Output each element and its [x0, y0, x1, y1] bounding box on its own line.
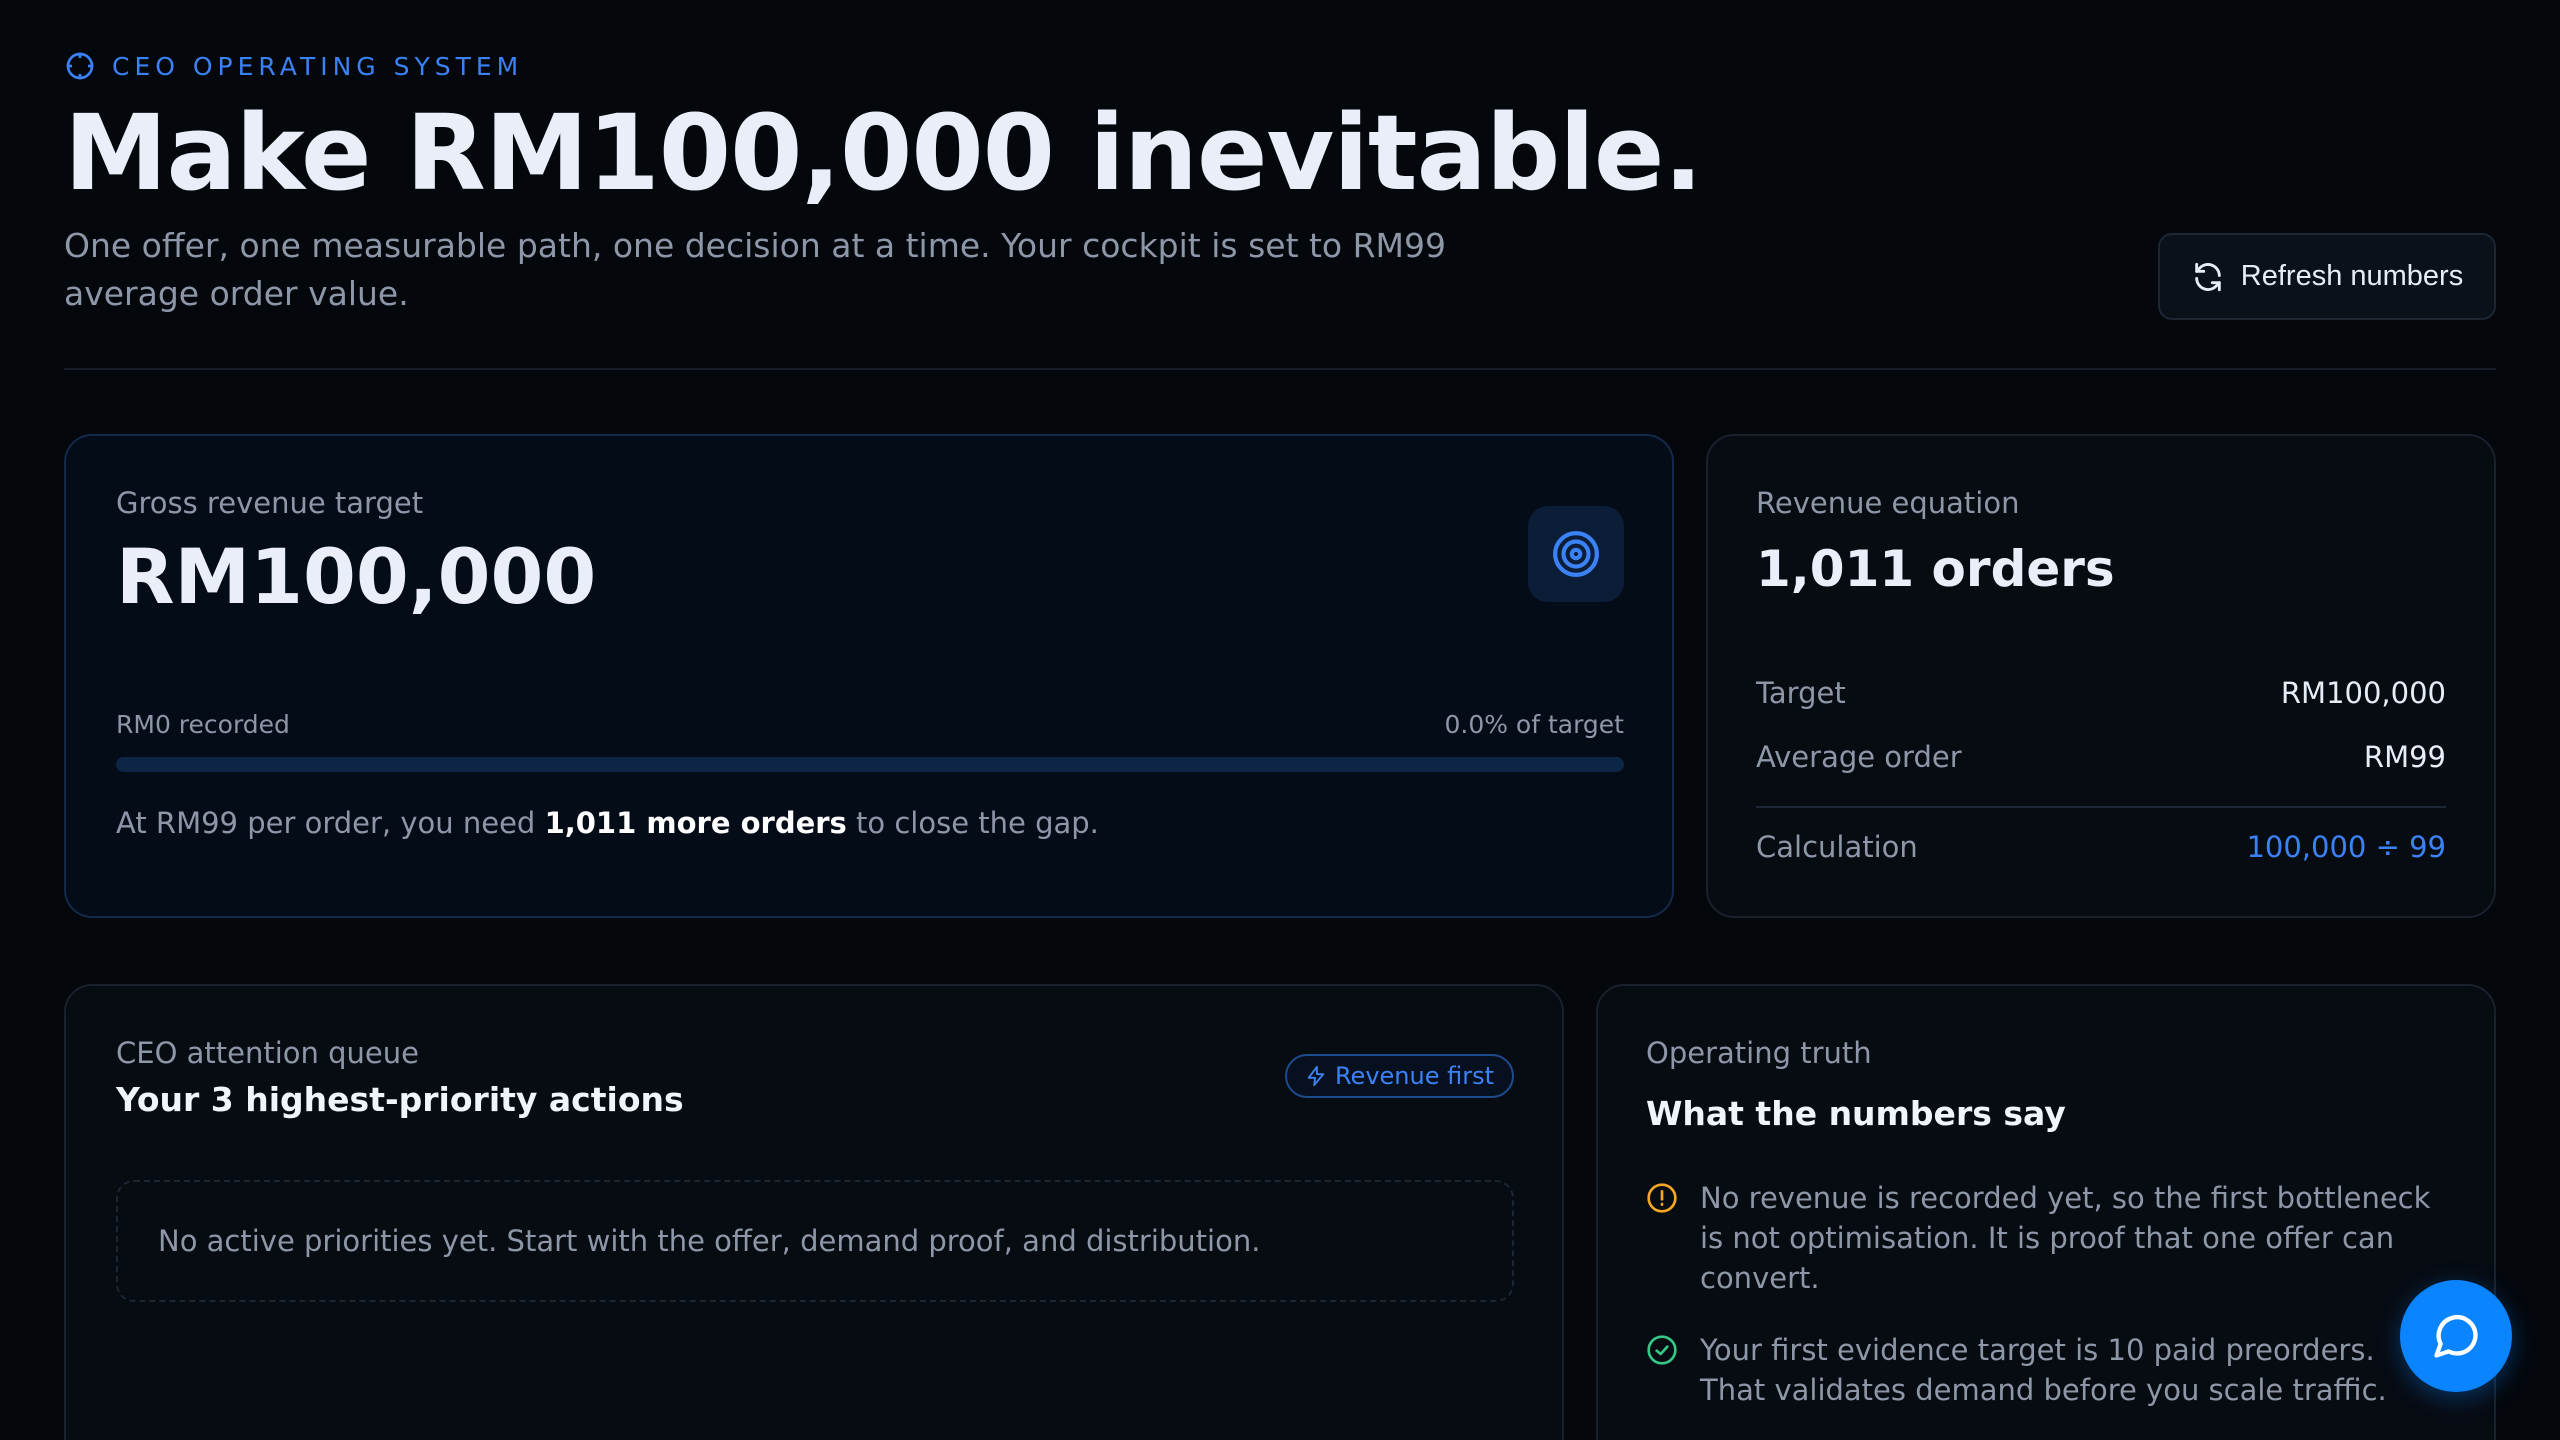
insight-text: No revenue is recorded yet, so the first…: [1700, 1181, 2431, 1295]
equation-row-calculation: Calculation 100,000 ÷ 99: [1756, 830, 2446, 864]
gap-note: At RM99 per order, you need 1,011 more o…: [116, 806, 1099, 840]
chat-bubble-icon: [2434, 1315, 2478, 1358]
equation-value: 1,011 orders: [1756, 540, 2115, 598]
orders-needed: 1,011 more orders: [544, 806, 847, 840]
eyebrow-text: CEO OPERATING SYSTEM: [112, 51, 524, 81]
equation-label: Revenue equation: [1756, 486, 2020, 520]
refresh-icon: [2195, 262, 2221, 291]
target-value: RM100,000: [116, 532, 597, 621]
lightning-icon: [1307, 1065, 1325, 1087]
truth-title: What the numbers say: [1646, 1094, 2066, 1133]
queue-label: CEO attention queue: [116, 1036, 419, 1070]
refresh-label: Refresh numbers: [2240, 260, 2464, 292]
chat-button[interactable]: [2400, 1280, 2512, 1392]
target-icon: [1553, 531, 1599, 577]
crosshair-icon: [66, 52, 94, 80]
percent-of-target: 0.0% of target: [1444, 710, 1624, 739]
attention-queue-card: CEO attention queue Your 3 highest-prior…: [64, 984, 1564, 1440]
eyebrow: CEO OPERATING SYSTEM: [64, 50, 523, 82]
warning-circle-icon: [1647, 1183, 1677, 1213]
page: CEO OPERATING SYSTEM Make RM100,000 inev…: [0, 0, 2560, 1440]
check-circle-icon: [1647, 1335, 1677, 1365]
refresh-numbers-button[interactable]: Refresh numbers: [2158, 233, 2496, 320]
equation-divider: [1756, 806, 2446, 808]
insight-item: Your first evidence target is 10 paid pr…: [1646, 1330, 2454, 1410]
insight-item: No revenue is recorded yet, so the first…: [1646, 1178, 2454, 1298]
truth-label: Operating truth: [1646, 1036, 1872, 1070]
target-icon-tile: [1528, 506, 1624, 602]
progress-bar: [116, 757, 1624, 772]
page-title: Make RM100,000 inevitable.: [64, 92, 1703, 214]
progress-labels: RM0 recorded 0.0% of target: [116, 710, 1624, 739]
equation-row-target: Target RM100,000: [1756, 676, 2446, 710]
insight-text: Your first evidence target is 10 paid pr…: [1700, 1333, 2387, 1407]
recorded-amount: RM0 recorded: [116, 710, 290, 739]
operating-truth-card: Operating truth What the numbers say No …: [1596, 984, 2496, 1440]
page-subtitle: One offer, one measurable path, one deci…: [64, 226, 1447, 313]
revenue-equation-card: Revenue equation 1,011 orders Target RM1…: [1706, 434, 2496, 918]
revenue-target-card: Gross revenue target RM100,000 RM0 recor…: [64, 434, 1674, 918]
equation-row-average-order: Average order RM99: [1756, 740, 2446, 774]
revenue-first-badge: Revenue first: [1284, 1054, 1514, 1098]
queue-title: Your 3 highest-priority actions: [116, 1080, 684, 1119]
empty-priorities: No active priorities yet. Start with the…: [116, 1180, 1514, 1302]
header-divider: [64, 368, 2496, 370]
target-label: Gross revenue target: [116, 486, 424, 520]
